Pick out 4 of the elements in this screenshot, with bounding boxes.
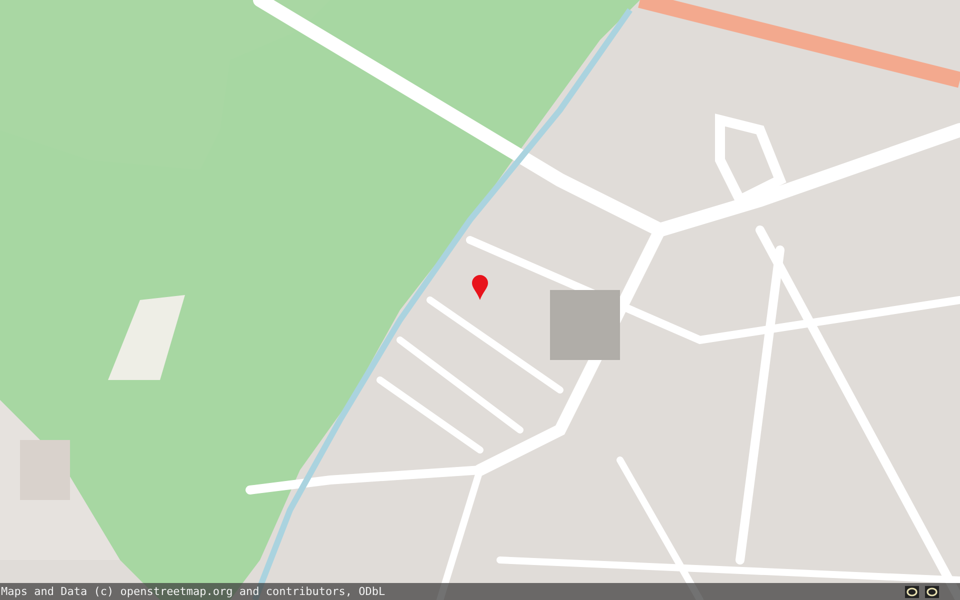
ring-icon[interactable] [905,586,919,598]
attribution-text: Maps and Data (c) openstreetmap.org and contributors, ODbL [1,584,386,599]
ring-icon[interactable] [925,586,939,598]
map-pin-icon[interactable] [471,274,489,300]
